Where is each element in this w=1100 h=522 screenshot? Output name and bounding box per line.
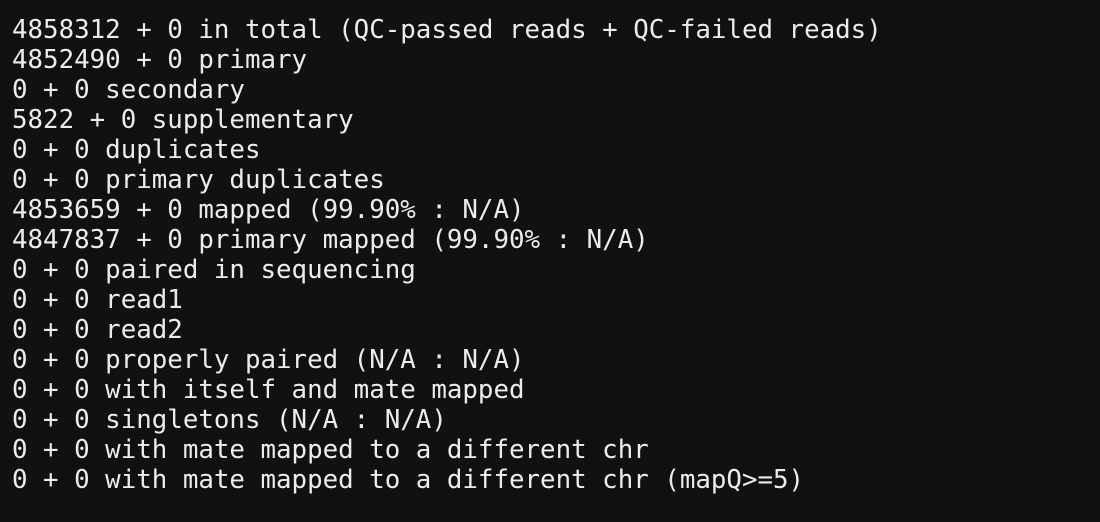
output-line-singletons: 0 + 0 singletons (N/A : N/A) <box>12 405 447 435</box>
output-line-primary-duplicates: 0 + 0 primary duplicates <box>12 165 385 195</box>
output-line-total: 4858312 + 0 in total (QC-passed reads + … <box>12 15 882 45</box>
output-line-read1: 0 + 0 read1 <box>12 285 183 315</box>
output-line-paired-in-sequencing: 0 + 0 paired in sequencing <box>12 255 416 285</box>
output-line-mate-different-chr: 0 + 0 with mate mapped to a different ch… <box>12 435 649 465</box>
output-line-mapped: 4853659 + 0 mapped (99.90% : N/A) <box>12 195 525 225</box>
output-line-itself-and-mate-mapped: 0 + 0 with itself and mate mapped <box>12 375 525 405</box>
output-line-primary: 4852490 + 0 primary <box>12 45 308 75</box>
output-line-mate-different-chr-mapq: 0 + 0 with mate mapped to a different ch… <box>12 465 805 495</box>
output-line-primary-mapped: 4847837 + 0 primary mapped (99.90% : N/A… <box>12 225 649 255</box>
output-line-read2: 0 + 0 read2 <box>12 315 183 345</box>
output-line-duplicates: 0 + 0 duplicates <box>12 135 261 165</box>
output-line-secondary: 0 + 0 secondary <box>12 75 245 105</box>
terminal-output: 4858312 + 0 in total (QC-passed reads + … <box>0 0 1100 522</box>
output-line-properly-paired: 0 + 0 properly paired (N/A : N/A) <box>12 345 525 375</box>
output-line-supplementary: 5822 + 0 supplementary <box>12 105 354 135</box>
